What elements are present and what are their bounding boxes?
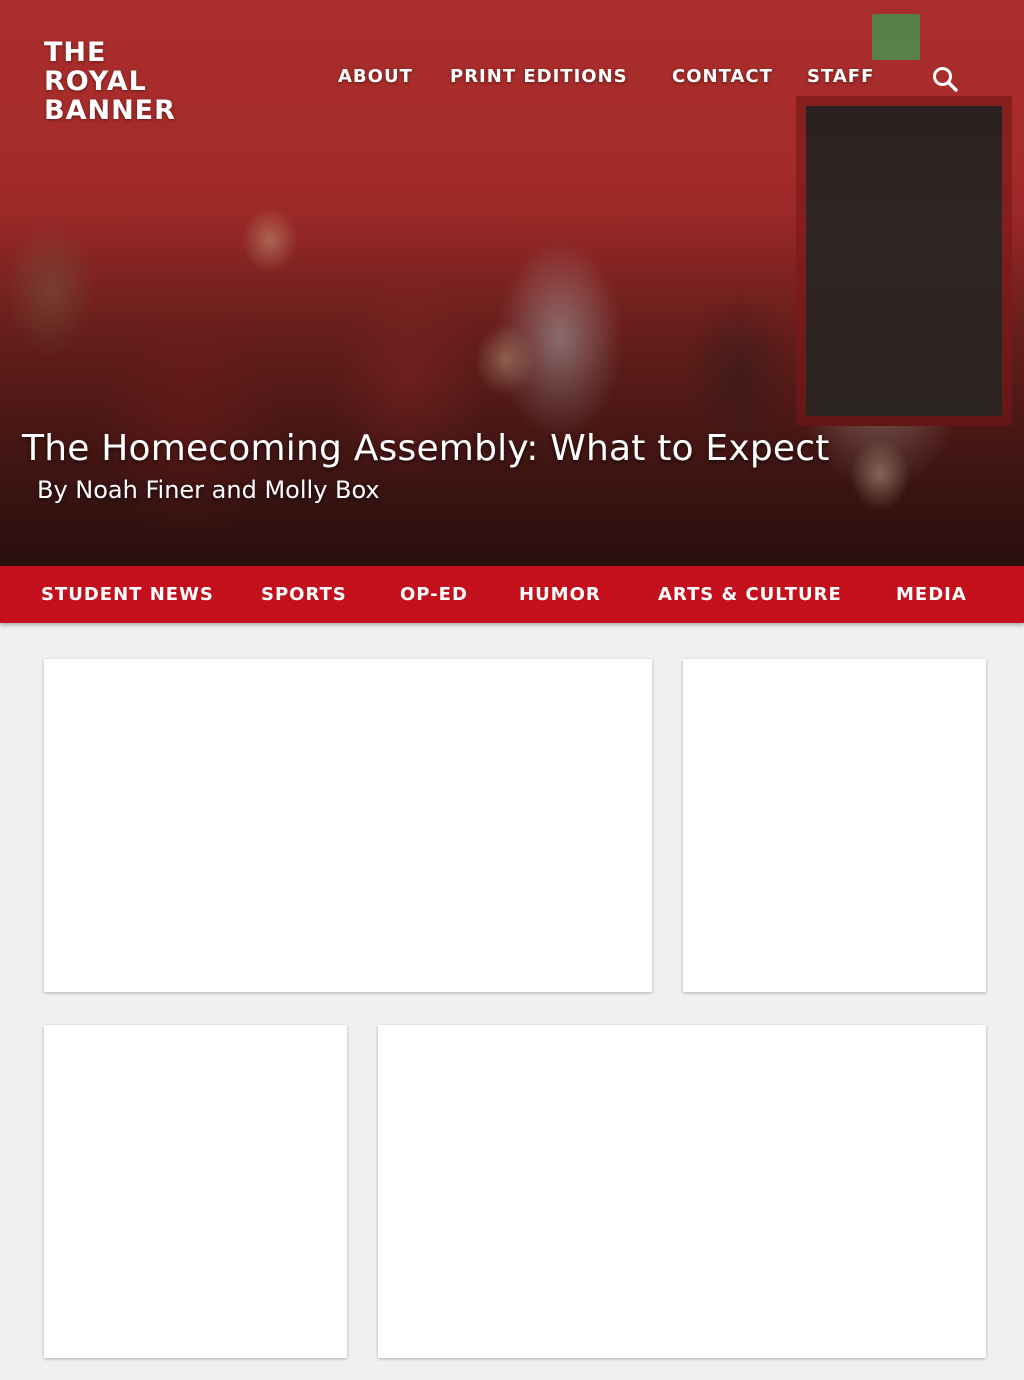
search-button[interactable] bbox=[930, 64, 960, 94]
category-student-news[interactable]: STUDENT NEWS bbox=[41, 584, 214, 605]
site-logo[interactable]: THE ROYAL BANNER bbox=[44, 38, 204, 125]
featured-headline[interactable]: The Homecoming Assembly: What to Expect bbox=[22, 428, 830, 469]
nav-contact-link[interactable]: CONTACT bbox=[672, 66, 773, 87]
category-arts-culture[interactable]: ARTS & CULTURE bbox=[658, 584, 842, 605]
category-op-ed[interactable]: OP-ED bbox=[400, 584, 468, 605]
logo-line: THE bbox=[44, 37, 107, 68]
category-media[interactable]: MEDIA bbox=[896, 584, 967, 605]
nav-about-link[interactable]: ABOUT bbox=[338, 66, 413, 87]
category-bar: STUDENT NEWS SPORTS OP-ED HUMOR ARTS & C… bbox=[0, 566, 1024, 623]
nav-staff-link[interactable]: STAFF bbox=[807, 66, 874, 87]
nav-print-editions-link[interactable]: PRINT EDITIONS bbox=[450, 66, 628, 87]
story-card-small[interactable] bbox=[683, 659, 986, 992]
story-card-large[interactable] bbox=[378, 1025, 986, 1358]
story-card-small[interactable] bbox=[44, 1025, 347, 1358]
category-sports[interactable]: SPORTS bbox=[261, 584, 347, 605]
story-card-large[interactable] bbox=[44, 659, 652, 992]
logo-line: BANNER bbox=[44, 95, 176, 126]
category-humor[interactable]: HUMOR bbox=[519, 584, 601, 605]
featured-byline: By Noah Finer and Molly Box bbox=[37, 476, 380, 504]
search-icon bbox=[933, 67, 958, 92]
logo-line: ROYAL bbox=[44, 66, 147, 97]
